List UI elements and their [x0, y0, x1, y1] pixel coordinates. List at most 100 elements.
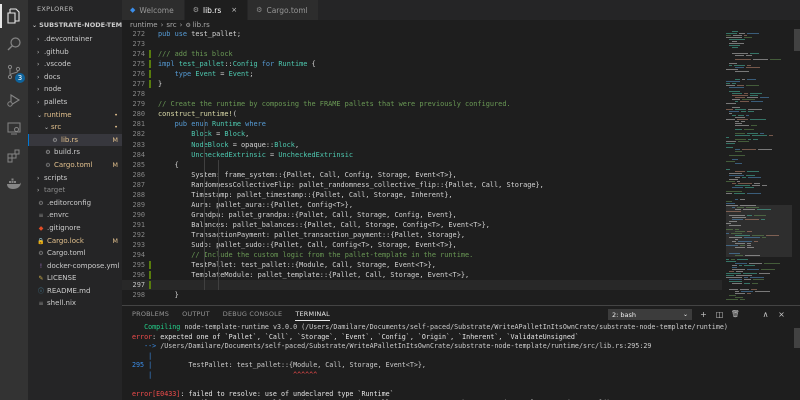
- line-number: 292: [132, 230, 145, 239]
- tree-item[interactable]: ≡ shell.nix: [28, 297, 122, 310]
- tree-item[interactable]: › scripts: [28, 172, 122, 185]
- minimap-line: [745, 219, 759, 220]
- docker-icon[interactable]: [0, 170, 28, 198]
- minimap-line: [741, 111, 746, 112]
- tree-item[interactable]: ⚙ Cargo.toml: [28, 247, 122, 260]
- remote-explorer-icon[interactable]: [0, 114, 28, 142]
- tree-item[interactable]: ⚙ build.rs: [28, 146, 122, 159]
- minimap-line: [732, 107, 740, 108]
- tree-item[interactable]: ⚙ Cargo.toml M: [28, 159, 122, 172]
- minimap-line: [729, 111, 739, 112]
- split-terminal-icon[interactable]: ◫: [714, 309, 725, 320]
- code-line: 290 Grandpa: pallet_grandpa::{Pallet, Ca…: [122, 210, 722, 220]
- minimap-line: [726, 245, 738, 246]
- activity-bar: 3: [0, 0, 28, 400]
- terminal-output[interactable]: Compiling node-template-runtime v3.0.0 (…: [132, 323, 792, 400]
- terminal-select[interactable]: 2: bash ⌄: [608, 309, 692, 320]
- minimap-line: [744, 283, 750, 284]
- gear-file-icon: ⚙: [38, 250, 44, 258]
- tree-item[interactable]: ⚙ .editorconfig: [28, 197, 122, 210]
- tree-item-label: LICENSE: [47, 274, 77, 283]
- line-number: 275: [132, 60, 145, 69]
- breadcrumb-item[interactable]: lib.rs: [193, 21, 210, 29]
- tab-output[interactable]: OUTPUT: [182, 306, 210, 323]
- tree-item[interactable]: ✎ LICENSE: [28, 272, 122, 285]
- tab-label: Cargo.toml: [266, 5, 308, 15]
- minimap-line: [739, 33, 745, 34]
- chevron-right-icon: ›: [160, 21, 164, 29]
- minimap-line: [726, 205, 738, 206]
- breadcrumb-item[interactable]: src: [166, 21, 176, 29]
- search-icon[interactable]: [0, 30, 28, 58]
- minimap-line: [737, 207, 744, 208]
- tree-item[interactable]: › .github: [28, 46, 122, 59]
- add-terminal-icon[interactable]: +: [698, 309, 709, 320]
- tab-welcome[interactable]: ◆ Welcome: [122, 0, 185, 20]
- minimap-line: [739, 265, 742, 266]
- tree-item[interactable]: ⓘ README.md: [28, 285, 122, 298]
- tree-item[interactable]: ◆ .gitignore: [28, 222, 122, 235]
- minimap-line: [746, 67, 760, 68]
- editor-scrollbar[interactable]: [793, 29, 800, 305]
- tab-problems[interactable]: PROBLEMS: [132, 306, 169, 323]
- tree-item[interactable]: › docs: [28, 71, 122, 84]
- minimap-line: [729, 215, 745, 216]
- minimap-line: [726, 109, 733, 110]
- terminal-line: |: [148, 351, 153, 360]
- code-line: 295 TestPallet: test_pallet::{Module, Ca…: [122, 260, 722, 270]
- close-panel-icon[interactable]: ×: [776, 309, 787, 320]
- tree-item[interactable]: › .devcontainer: [28, 33, 122, 46]
- terminal-line: --> /Users/Damilare/Documents/self-paced…: [144, 342, 652, 350]
- chevron-down-icon: ⌄: [37, 111, 43, 119]
- project-folder-header[interactable]: ⌄ SUBSTRATE-NODE-TEM...: [28, 18, 122, 33]
- minimap-line: [732, 269, 745, 270]
- minimap-line: [740, 289, 749, 290]
- minimap-line: [726, 259, 729, 260]
- tree-item[interactable]: › .vscode: [28, 58, 122, 71]
- tree-item[interactable]: › target: [28, 184, 122, 197]
- minimap-line: [732, 207, 735, 208]
- minimap-line: [729, 87, 744, 88]
- yaml-file-icon: !: [39, 262, 43, 270]
- run-debug-icon[interactable]: [0, 86, 28, 114]
- minimap-line: [726, 299, 738, 300]
- terminal-select-value: 2: bash: [612, 311, 637, 319]
- minimap-line: [742, 79, 745, 80]
- extensions-icon[interactable]: [0, 142, 28, 170]
- minimap-line: [762, 185, 767, 186]
- minimap-line: [744, 265, 755, 266]
- tree-item[interactable]: ⚙ lib.rs M: [28, 133, 122, 147]
- tree-item[interactable]: ! docker-compose.yml: [28, 260, 122, 273]
- explorer-icon[interactable]: [0, 2, 28, 30]
- tree-item-label: .devcontainer: [44, 35, 93, 43]
- trash-icon[interactable]: 🗑: [730, 309, 741, 320]
- minimap-line: [764, 263, 780, 264]
- tree-item[interactable]: ≡ .envrc: [28, 209, 122, 222]
- terminal-scrollbar[interactable]: [794, 328, 800, 348]
- minimap-line: [752, 235, 764, 236]
- tree-item[interactable]: ⌄ runtime •: [28, 109, 122, 122]
- minimap-line: [726, 273, 741, 274]
- scrollbar-thumb[interactable]: [794, 29, 800, 51]
- tab-lib-rs[interactable]: ⚙ lib.rs ×: [184, 0, 249, 20]
- minimap-line: [762, 237, 766, 238]
- tree-item[interactable]: › pallets: [28, 96, 122, 109]
- tab-cargo-toml[interactable]: ⚙ Cargo.toml: [248, 0, 319, 20]
- minimap-line: [735, 59, 751, 60]
- code-line: 285 {: [122, 160, 722, 170]
- tab-terminal[interactable]: TERMINAL: [295, 306, 330, 323]
- minimap-line: [744, 93, 748, 94]
- tree-item[interactable]: ⌄ src •: [28, 121, 122, 134]
- minimap-line: [735, 199, 738, 200]
- minimap[interactable]: [726, 29, 792, 305]
- tree-item[interactable]: 🔒 Cargo.lock M: [28, 235, 122, 248]
- tree-item[interactable]: › node: [28, 83, 122, 96]
- code-editor[interactable]: 272 pub use test_pallet; 273 274 /// add thi…: [122, 29, 722, 305]
- tab-debug-console[interactable]: DEBUG CONSOLE: [223, 306, 283, 323]
- breadcrumb-item[interactable]: runtime: [130, 21, 158, 29]
- close-icon[interactable]: ×: [231, 6, 237, 14]
- source-control-icon[interactable]: 3: [0, 58, 28, 86]
- code-text: Balances: pallet_balances::{Pallet, Call…: [158, 220, 490, 229]
- maximize-panel-icon[interactable]: ∧: [760, 309, 771, 320]
- minimap-line: [729, 65, 732, 66]
